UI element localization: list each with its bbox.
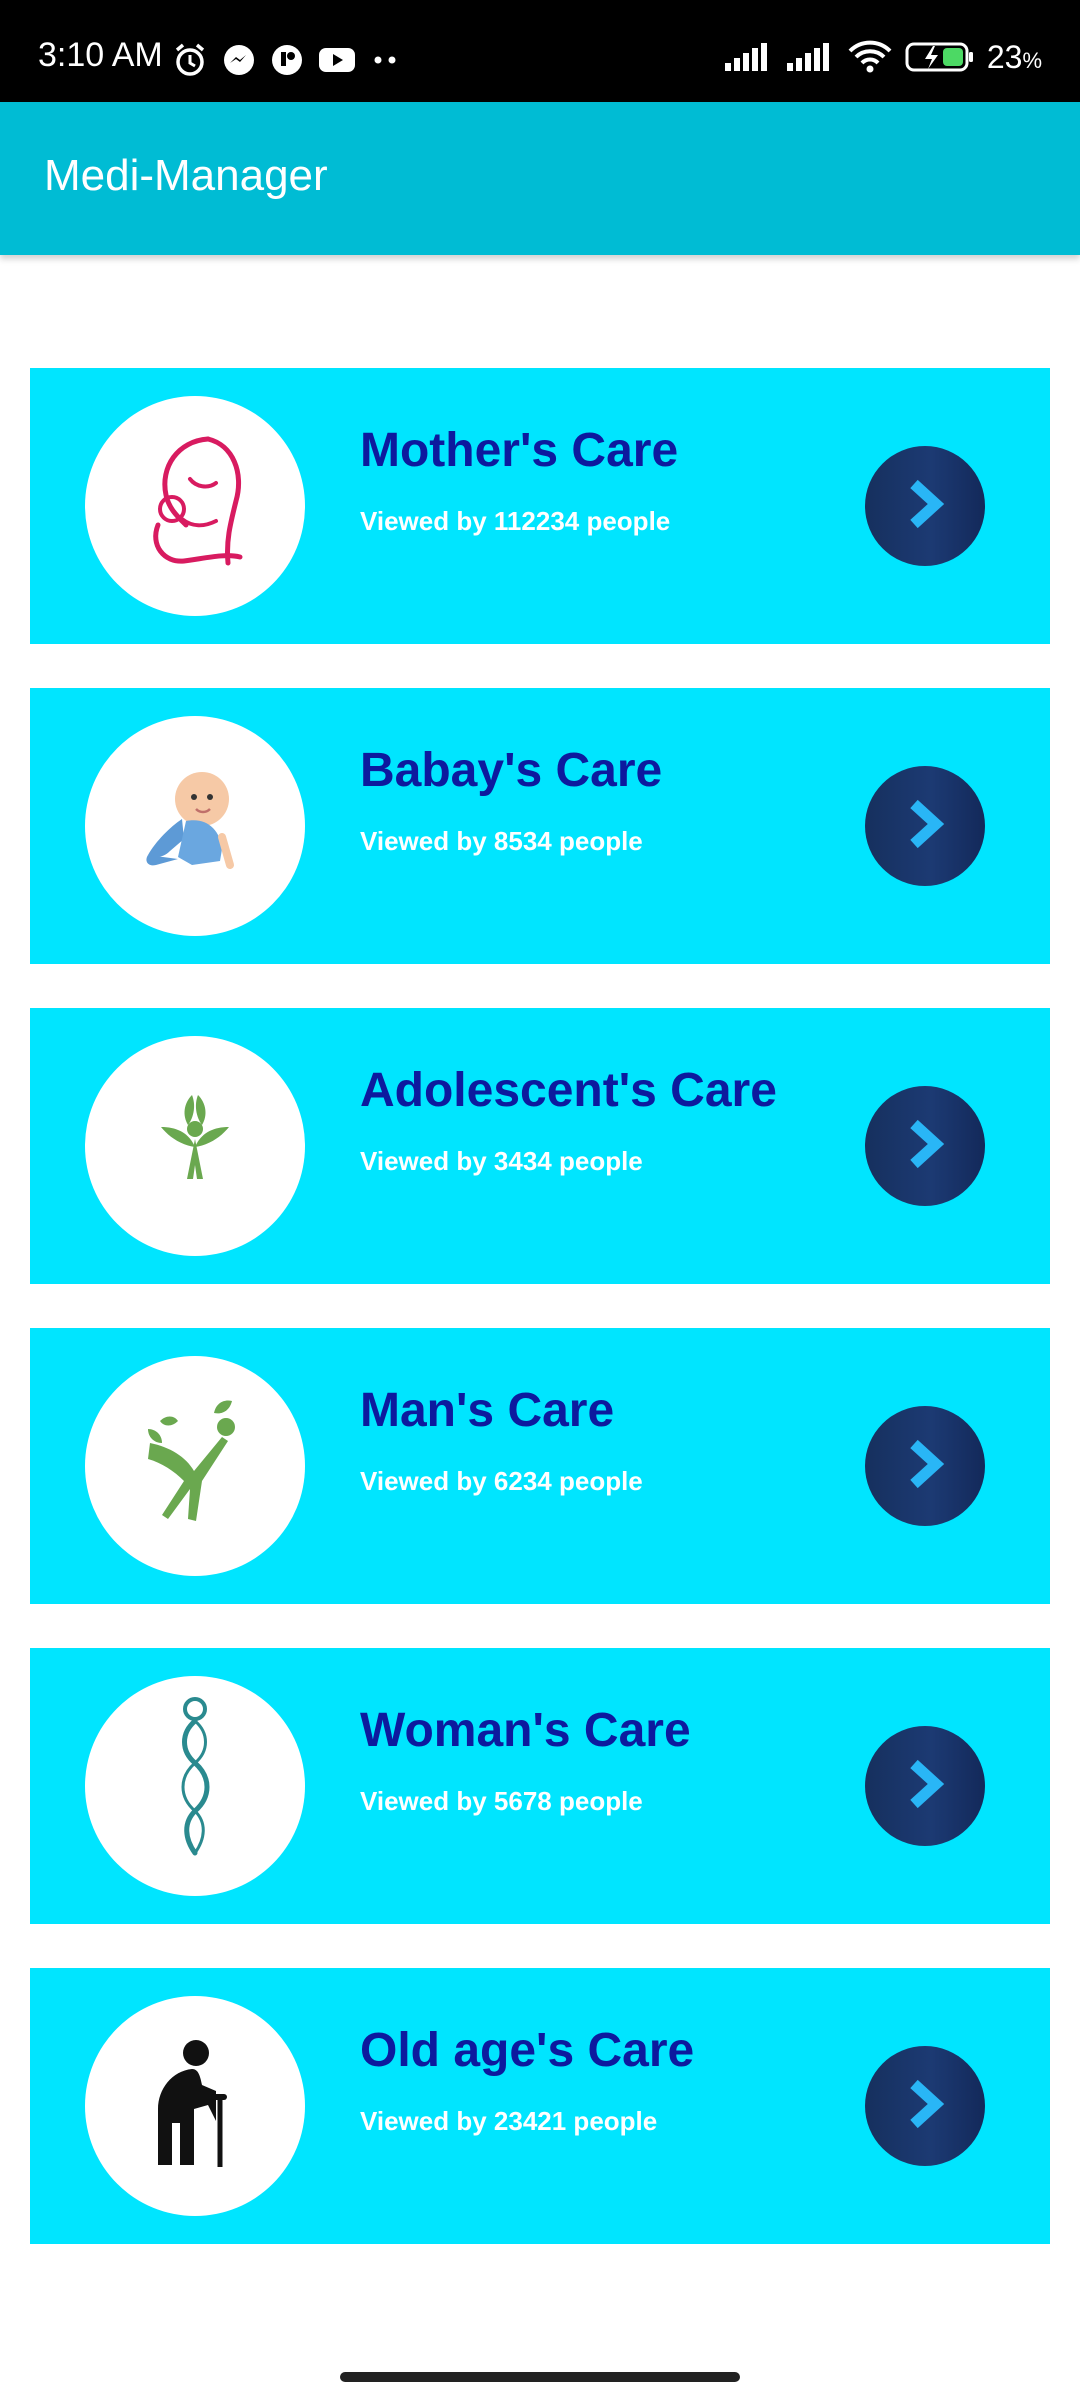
signal-icon [785, 41, 835, 73]
elderly-person-icon [140, 2039, 250, 2174]
card-womans-care[interactable]: Woman's Care Viewed by 5678 people [30, 1648, 1050, 1924]
status-bar: 3:10 AM 23% [0, 0, 1080, 102]
system-icons: 23% [723, 40, 1042, 74]
card-mothers-care[interactable]: Mother's Care Viewed by 112234 people [30, 368, 1050, 644]
notification-icons [172, 42, 400, 78]
alarm-icon [172, 42, 208, 78]
open-button[interactable] [865, 766, 985, 886]
care-category-list: Mother's Care Viewed by 112234 people Ba… [30, 368, 1050, 2288]
more-dots-icon [370, 55, 400, 65]
open-button[interactable] [865, 1086, 985, 1206]
open-button[interactable] [865, 2046, 985, 2166]
card-title: Old age's Care [360, 2024, 695, 2077]
card-title: Babay's Care [360, 744, 663, 797]
card-avatar [85, 1356, 305, 1576]
card-avatar [85, 716, 305, 936]
card-title: Woman's Care [360, 1704, 691, 1757]
signal-icon [723, 41, 773, 73]
card-view-count: Viewed by 23421 people [360, 2106, 658, 2136]
card-title: Mother's Care [360, 424, 679, 477]
card-title: Man's Care [360, 1384, 615, 1437]
open-button[interactable] [865, 1406, 985, 1526]
wifi-icon [847, 40, 893, 74]
card-avatar [85, 396, 305, 616]
card-adolescents-care[interactable]: Adolescent's Care Viewed by 3434 people [30, 1008, 1050, 1284]
card-view-count: Viewed by 112234 people [360, 506, 671, 536]
chevron-right-icon [900, 476, 950, 537]
open-button[interactable] [865, 1726, 985, 1846]
home-indicator[interactable] [340, 2372, 740, 2382]
card-mans-care[interactable]: Man's Care Viewed by 6234 people [30, 1328, 1050, 1604]
card-view-count: Viewed by 5678 people [360, 1786, 643, 1816]
card-old-ages-care[interactable]: Old age's Care Viewed by 23421 people [30, 1968, 1050, 2244]
card-view-count: Viewed by 8534 people [360, 826, 643, 856]
chevron-right-icon [900, 1436, 950, 1497]
battery-level: 23% [986, 39, 1042, 75]
open-button[interactable] [865, 446, 985, 566]
messenger-icon [222, 43, 256, 77]
woman-silhouette-icon [155, 1689, 235, 1884]
app-bar: Medi-Manager [0, 102, 1080, 255]
chevron-right-icon [900, 2076, 950, 2137]
chevron-right-icon [900, 1116, 950, 1177]
sprout-person-icon [140, 1089, 250, 1204]
youtube-icon [318, 45, 356, 75]
card-avatar [85, 1676, 305, 1896]
card-avatar [85, 1036, 305, 1256]
app-icon [270, 43, 304, 77]
status-time: 3:10 AM [38, 36, 163, 74]
mother-child-icon [120, 429, 270, 584]
chevron-right-icon [900, 796, 950, 857]
card-title: Adolescent's Care [360, 1064, 777, 1117]
baby-icon [130, 759, 260, 894]
chevron-right-icon [900, 1756, 950, 1817]
card-view-count: Viewed by 6234 people [360, 1466, 643, 1496]
card-view-count: Viewed by 3434 people [360, 1146, 643, 1176]
battery-charging-icon [905, 41, 975, 73]
card-babys-care[interactable]: Babay's Care Viewed by 8534 people [30, 688, 1050, 964]
card-avatar [85, 1996, 305, 2216]
app-title: Medi-Manager [44, 151, 328, 200]
leaf-man-icon [130, 1399, 260, 1534]
